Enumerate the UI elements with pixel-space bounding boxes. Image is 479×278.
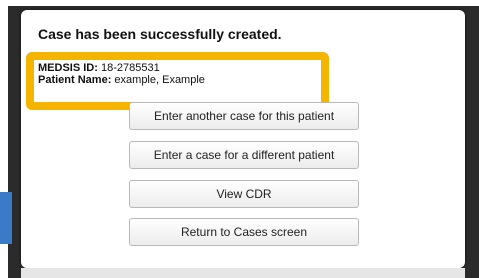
view-cdr-button[interactable]: View CDR <box>129 180 359 208</box>
patient-name-value: example, Example <box>111 74 205 86</box>
medsis-id-line: MEDSIS ID: 18-2785531 <box>38 62 205 74</box>
enter-different-patient-button[interactable]: Enter a case for a different patient <box>129 141 359 169</box>
dialog-title: Case has been successfully created. <box>38 26 282 42</box>
page-top-edge <box>0 0 479 6</box>
background-blue-tab <box>0 192 12 244</box>
patient-name-label: Patient Name: <box>38 74 112 86</box>
medsis-id-value: 18-2785531 <box>97 62 160 74</box>
case-info: MEDSIS ID: 18-2785531 Patient Name: exam… <box>38 62 205 86</box>
medsis-id-label: MEDSIS ID: <box>38 62 98 74</box>
page-bottom-strip <box>21 268 465 278</box>
case-created-dialog: Case has been successfully created. MEDS… <box>21 10 465 268</box>
enter-another-case-button[interactable]: Enter another case for this patient <box>129 102 359 130</box>
return-to-cases-button[interactable]: Return to Cases screen <box>129 218 359 246</box>
patient-name-line: Patient Name: example, Example <box>38 74 205 86</box>
